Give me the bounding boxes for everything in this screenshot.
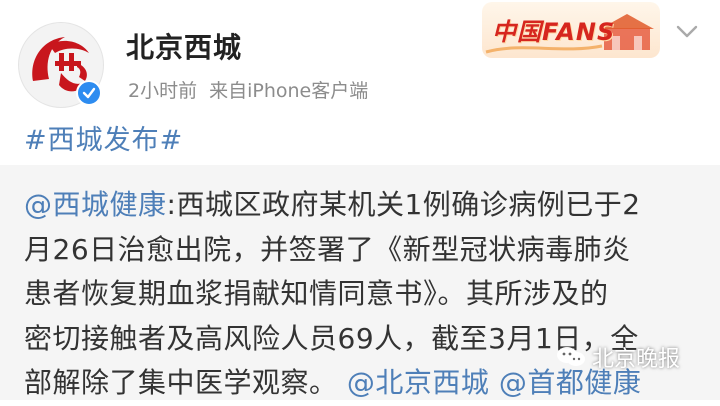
- post-header: 北京西城 2小时前 来自iPhone客户端 中国FANS: [0, 0, 720, 115]
- watermark: 北京晚报: [556, 341, 680, 385]
- post-line-text: :西城区政府某机关1例确诊病例已于2: [166, 188, 641, 221]
- avatar[interactable]: [18, 22, 104, 108]
- post-line: @西城健康:西城区政府某机关1例确诊病例已于2: [24, 183, 704, 228]
- post-line: 患者恢复期血浆捐献知情同意书》。其所涉及的: [24, 277, 609, 310]
- chevron-down-icon[interactable]: [676, 24, 698, 40]
- account-name[interactable]: 北京西城: [126, 26, 242, 66]
- wechat-icon: [557, 347, 585, 366]
- badge-text: 中国FANS: [492, 18, 616, 46]
- post-line: 月26日治愈出院，并签署了《新型冠状病毒肺炎: [24, 232, 631, 266]
- mention-link[interactable]: @西城健康: [24, 188, 167, 221]
- watermark-text: 北京晚报: [592, 347, 681, 372]
- topic-hashtag[interactable]: #西城发布#: [24, 118, 183, 157]
- post-time: 2小时前: [128, 80, 198, 102]
- post-line-text: 部解除了集中医学观察。: [24, 366, 338, 399]
- verified-icon: [76, 80, 102, 106]
- mention-link[interactable]: @北京西城: [347, 366, 490, 399]
- fan-badge[interactable]: 中国FANS: [482, 2, 660, 58]
- post-source: 来自iPhone客户端: [209, 80, 369, 102]
- post-meta: 2小时前 来自iPhone客户端: [128, 76, 368, 103]
